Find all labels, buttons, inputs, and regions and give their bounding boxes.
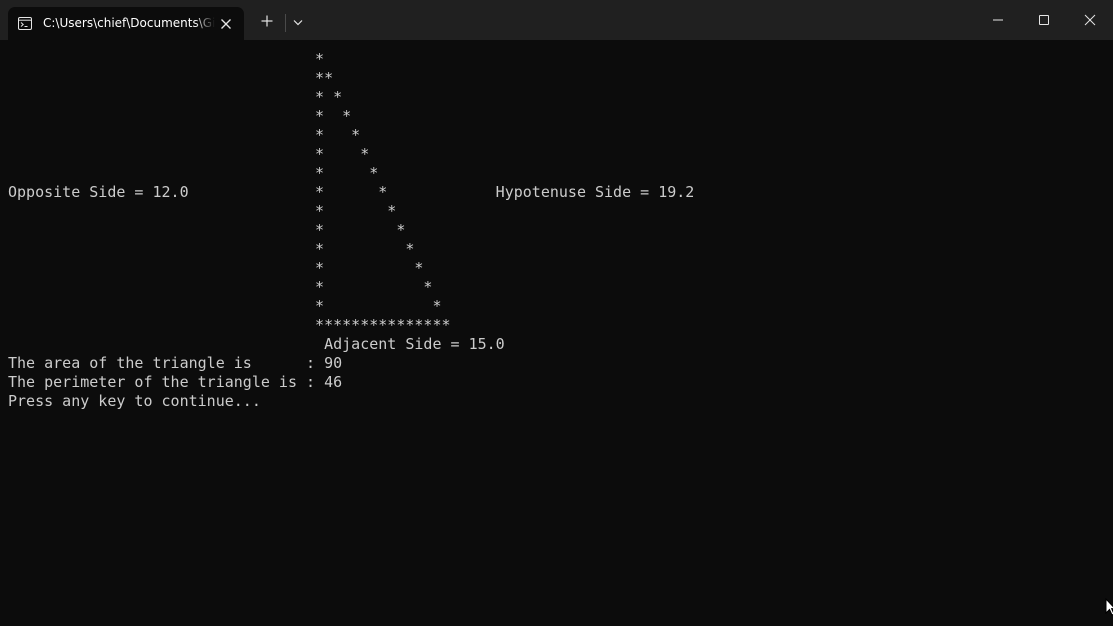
- minimize-icon: [993, 19, 1003, 21]
- terminal-icon: [18, 17, 32, 30]
- output-line: * *: [8, 278, 433, 296]
- maximize-button[interactable]: [1021, 0, 1067, 40]
- output-line: * *: [8, 164, 379, 182]
- terminal-output[interactable]: * ** * * * * * * * * * * Opposite Side =…: [0, 40, 1113, 626]
- titlebar-divider: [285, 14, 286, 32]
- output-line: ***************: [8, 316, 451, 334]
- output-line: * *: [8, 240, 415, 258]
- output-line: * *: [8, 107, 352, 125]
- title-bar[interactable]: C:\Users\chief\Documents\GitHub: [0, 0, 1113, 40]
- output-line: **: [8, 69, 334, 87]
- output-line: * *: [8, 88, 343, 106]
- output-line: * *: [8, 221, 406, 239]
- output-line: * *: [8, 126, 361, 144]
- close-icon: [1084, 14, 1096, 26]
- output-line: * *: [8, 145, 370, 163]
- tab-active[interactable]: C:\Users\chief\Documents\GitHub: [8, 7, 244, 40]
- tab-close-icon[interactable]: [218, 16, 234, 32]
- chevron-down-icon[interactable]: [290, 14, 306, 30]
- output-line: Opposite Side = 12.0 * * Hypotenuse Side…: [8, 183, 695, 201]
- output-line: The area of the triangle is : 90: [8, 354, 343, 372]
- output-line: Adjacent Side = 15.0: [8, 335, 505, 353]
- close-button[interactable]: [1067, 0, 1113, 40]
- output-line: The perimeter of the triangle is : 46: [8, 373, 343, 391]
- mouse-pointer-icon: [1105, 598, 1113, 616]
- plus-icon[interactable]: [259, 13, 275, 29]
- output-line: * *: [8, 259, 424, 277]
- output-line: *: [8, 50, 325, 68]
- maximize-icon: [1039, 15, 1049, 25]
- output-line: Press any key to continue...: [8, 392, 261, 410]
- minimize-button[interactable]: [975, 0, 1021, 40]
- output-line: * *: [8, 202, 397, 220]
- terminal-window: C:\Users\chief\Documents\GitHub: [0, 0, 1113, 626]
- output-line: * *: [8, 297, 442, 315]
- tab-title: C:\Users\chief\Documents\GitHub: [43, 16, 215, 30]
